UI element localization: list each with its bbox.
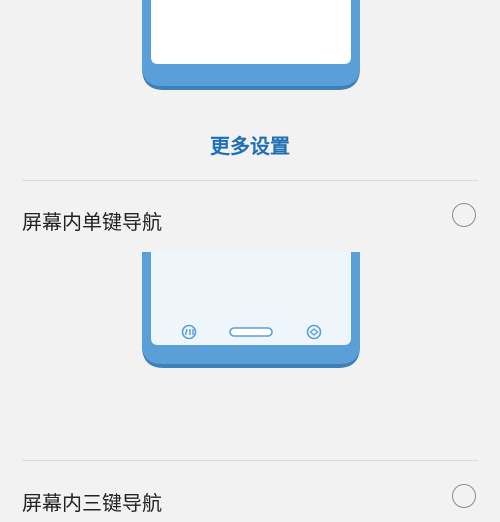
option-three-key-navigation[interactable]: 屏幕内三键导航 [0, 481, 500, 521]
option-label: 屏幕内单键导航 [22, 210, 162, 234]
more-settings-link[interactable]: 更多设置 [0, 130, 500, 159]
home-pill-icon [229, 327, 273, 337]
single-key-navigation-preview [142, 252, 360, 368]
radio-button[interactable] [452, 203, 476, 227]
radio-button[interactable] [452, 484, 476, 508]
option-single-key-navigation[interactable]: 屏幕内单键导航 [0, 200, 500, 240]
navigation-settings-screen: 更多设置 屏幕内单键导航 屏幕内三键导航 [0, 0, 500, 522]
option-label: 屏幕内三键导航 [22, 491, 162, 515]
divider [22, 180, 478, 181]
gesture-navigation-preview [142, 0, 360, 90]
divider [22, 460, 478, 461]
